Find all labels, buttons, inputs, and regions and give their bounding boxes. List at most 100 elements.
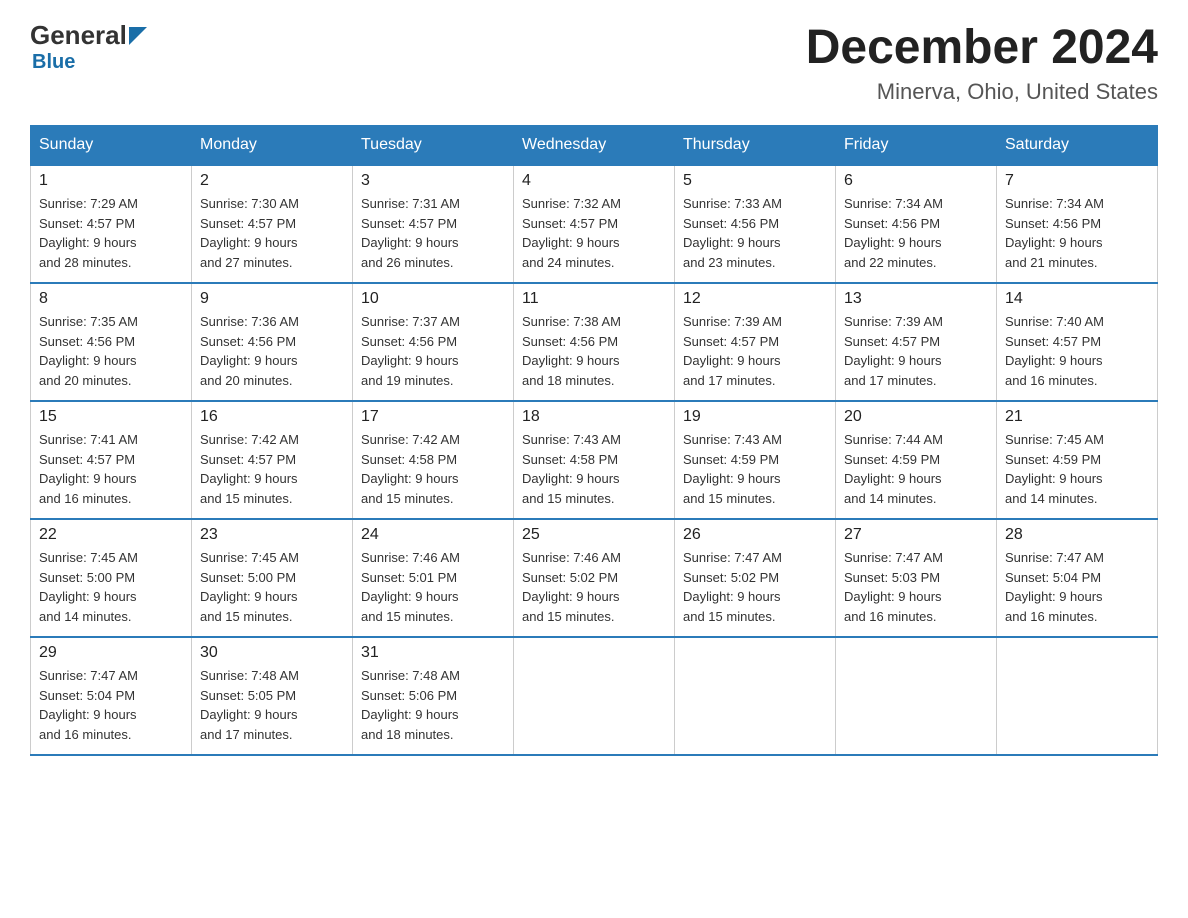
- day-info: Sunrise: 7:39 AMSunset: 4:57 PMDaylight:…: [844, 312, 988, 390]
- calendar-cell: [997, 637, 1158, 755]
- day-number: 9: [200, 290, 344, 308]
- header-monday: Monday: [192, 126, 353, 166]
- header-sunday: Sunday: [31, 126, 192, 166]
- day-info: Sunrise: 7:30 AMSunset: 4:57 PMDaylight:…: [200, 194, 344, 272]
- day-number: 16: [200, 408, 344, 426]
- header-thursday: Thursday: [675, 126, 836, 166]
- calendar-cell: 4 Sunrise: 7:32 AMSunset: 4:57 PMDaylight…: [514, 165, 675, 283]
- day-info: Sunrise: 7:42 AMSunset: 4:58 PMDaylight:…: [361, 430, 505, 508]
- day-number: 2: [200, 172, 344, 190]
- day-number: 8: [39, 290, 183, 308]
- day-info: Sunrise: 7:45 AMSunset: 4:59 PMDaylight:…: [1005, 430, 1149, 508]
- calendar-table: Sunday Monday Tuesday Wednesday Thursday…: [30, 125, 1158, 756]
- calendar-cell: 13Sunrise: 7:39 AMSunset: 4:57 PMDayligh…: [836, 283, 997, 401]
- calendar-cell: 18Sunrise: 7:43 AMSunset: 4:58 PMDayligh…: [514, 401, 675, 519]
- title-block: December 2024 Minerva, Ohio, United Stat…: [806, 20, 1158, 105]
- day-info: Sunrise: 7:38 AMSunset: 4:56 PMDaylight:…: [522, 312, 666, 390]
- calendar-cell: 9 Sunrise: 7:36 AMSunset: 4:56 PMDaylight…: [192, 283, 353, 401]
- day-number: 25: [522, 526, 666, 544]
- calendar-cell: 31 Sunrise: 7:48 AMSunset: 5:06 PMDayligh…: [353, 637, 514, 755]
- day-info: Sunrise: 7:32 AMSunset: 4:57 PMDaylight:…: [522, 194, 666, 272]
- calendar-cell: [675, 637, 836, 755]
- calendar-cell: 19 Sunrise: 7:43 AMSunset: 4:59 PMDayligh…: [675, 401, 836, 519]
- day-info: Sunrise: 7:34 AMSunset: 4:56 PMDaylight:…: [844, 194, 988, 272]
- day-info: Sunrise: 7:44 AMSunset: 4:59 PMDaylight:…: [844, 430, 988, 508]
- calendar-cell: 29 Sunrise: 7:47 AMSunset: 5:04 PMDayligh…: [31, 637, 192, 755]
- day-number: 20: [844, 408, 988, 426]
- day-number: 4: [522, 172, 666, 190]
- calendar-cell: 6 Sunrise: 7:34 AMSunset: 4:56 PMDaylight…: [836, 165, 997, 283]
- day-info: Sunrise: 7:31 AMSunset: 4:57 PMDaylight:…: [361, 194, 505, 272]
- day-number: 11: [522, 290, 666, 308]
- day-info: Sunrise: 7:35 AMSunset: 4:56 PMDaylight:…: [39, 312, 183, 390]
- day-number: 17: [361, 408, 505, 426]
- day-number: 28: [1005, 526, 1149, 544]
- calendar-cell: 16Sunrise: 7:42 AMSunset: 4:57 PMDayligh…: [192, 401, 353, 519]
- calendar-body: 1 Sunrise: 7:29 AMSunset: 4:57 PMDaylight…: [31, 165, 1158, 755]
- day-number: 27: [844, 526, 988, 544]
- calendar-cell: 25Sunrise: 7:46 AMSunset: 5:02 PMDayligh…: [514, 519, 675, 637]
- calendar-cell: 3 Sunrise: 7:31 AMSunset: 4:57 PMDaylight…: [353, 165, 514, 283]
- logo-icon: [127, 25, 149, 47]
- header-wednesday: Wednesday: [514, 126, 675, 166]
- day-info: Sunrise: 7:40 AMSunset: 4:57 PMDaylight:…: [1005, 312, 1149, 390]
- month-title: December 2024: [806, 20, 1158, 75]
- header-saturday: Saturday: [997, 126, 1158, 166]
- day-info: Sunrise: 7:48 AMSunset: 5:06 PMDaylight:…: [361, 666, 505, 744]
- calendar-cell: 21 Sunrise: 7:45 AMSunset: 4:59 PMDayligh…: [997, 401, 1158, 519]
- calendar-cell: 15Sunrise: 7:41 AMSunset: 4:57 PMDayligh…: [31, 401, 192, 519]
- calendar-cell: 17 Sunrise: 7:42 AMSunset: 4:58 PMDayligh…: [353, 401, 514, 519]
- day-number: 19: [683, 408, 827, 426]
- day-number: 6: [844, 172, 988, 190]
- header-tuesday: Tuesday: [353, 126, 514, 166]
- calendar-cell: 24Sunrise: 7:46 AMSunset: 5:01 PMDayligh…: [353, 519, 514, 637]
- logo-text: General: [30, 20, 149, 51]
- calendar-week-row: 8 Sunrise: 7:35 AMSunset: 4:56 PMDaylight…: [31, 283, 1158, 401]
- day-info: Sunrise: 7:43 AMSunset: 4:59 PMDaylight:…: [683, 430, 827, 508]
- calendar-cell: 28 Sunrise: 7:47 AMSunset: 5:04 PMDayligh…: [997, 519, 1158, 637]
- page-header: General Blue December 2024 Minerva, Ohio…: [30, 20, 1158, 105]
- day-info: Sunrise: 7:45 AMSunset: 5:00 PMDaylight:…: [39, 548, 183, 626]
- day-number: 7: [1005, 172, 1149, 190]
- logo: General Blue: [30, 20, 149, 74]
- logo-triangle-icon: [127, 25, 149, 47]
- calendar-cell: 8 Sunrise: 7:35 AMSunset: 4:56 PMDaylight…: [31, 283, 192, 401]
- calendar-cell: 14 Sunrise: 7:40 AMSunset: 4:57 PMDayligh…: [997, 283, 1158, 401]
- location-title: Minerva, Ohio, United States: [806, 79, 1158, 105]
- day-info: Sunrise: 7:29 AMSunset: 4:57 PMDaylight:…: [39, 194, 183, 272]
- logo-general: General: [30, 20, 127, 51]
- day-info: Sunrise: 7:47 AMSunset: 5:04 PMDaylight:…: [39, 666, 183, 744]
- calendar-week-row: 15Sunrise: 7:41 AMSunset: 4:57 PMDayligh…: [31, 401, 1158, 519]
- calendar-cell: 11 Sunrise: 7:38 AMSunset: 4:56 PMDayligh…: [514, 283, 675, 401]
- weekday-header-row: Sunday Monday Tuesday Wednesday Thursday…: [31, 126, 1158, 166]
- day-number: 30: [200, 644, 344, 662]
- day-number: 5: [683, 172, 827, 190]
- day-info: Sunrise: 7:46 AMSunset: 5:01 PMDaylight:…: [361, 548, 505, 626]
- day-info: Sunrise: 7:47 AMSunset: 5:04 PMDaylight:…: [1005, 548, 1149, 626]
- day-info: Sunrise: 7:47 AMSunset: 5:02 PMDaylight:…: [683, 548, 827, 626]
- calendar-cell: 7 Sunrise: 7:34 AMSunset: 4:56 PMDaylight…: [997, 165, 1158, 283]
- day-number: 29: [39, 644, 183, 662]
- calendar-cell: 10 Sunrise: 7:37 AMSunset: 4:56 PMDayligh…: [353, 283, 514, 401]
- calendar-cell: 27 Sunrise: 7:47 AMSunset: 5:03 PMDayligh…: [836, 519, 997, 637]
- day-number: 14: [1005, 290, 1149, 308]
- day-number: 3: [361, 172, 505, 190]
- day-number: 31: [361, 644, 505, 662]
- day-info: Sunrise: 7:37 AMSunset: 4:56 PMDaylight:…: [361, 312, 505, 390]
- calendar-cell: 30 Sunrise: 7:48 AMSunset: 5:05 PMDayligh…: [192, 637, 353, 755]
- calendar-cell: 26Sunrise: 7:47 AMSunset: 5:02 PMDayligh…: [675, 519, 836, 637]
- day-info: Sunrise: 7:48 AMSunset: 5:05 PMDaylight:…: [200, 666, 344, 744]
- day-info: Sunrise: 7:36 AMSunset: 4:56 PMDaylight:…: [200, 312, 344, 390]
- day-number: 1: [39, 172, 183, 190]
- day-info: Sunrise: 7:34 AMSunset: 4:56 PMDaylight:…: [1005, 194, 1149, 272]
- calendar-cell: 2 Sunrise: 7:30 AMSunset: 4:57 PMDaylight…: [192, 165, 353, 283]
- day-info: Sunrise: 7:47 AMSunset: 5:03 PMDaylight:…: [844, 548, 988, 626]
- day-number: 12: [683, 290, 827, 308]
- day-number: 10: [361, 290, 505, 308]
- calendar-cell: [836, 637, 997, 755]
- calendar-cell: [514, 637, 675, 755]
- day-number: 21: [1005, 408, 1149, 426]
- day-info: Sunrise: 7:45 AMSunset: 5:00 PMDaylight:…: [200, 548, 344, 626]
- calendar-cell: 5Sunrise: 7:33 AMSunset: 4:56 PMDaylight…: [675, 165, 836, 283]
- header-friday: Friday: [836, 126, 997, 166]
